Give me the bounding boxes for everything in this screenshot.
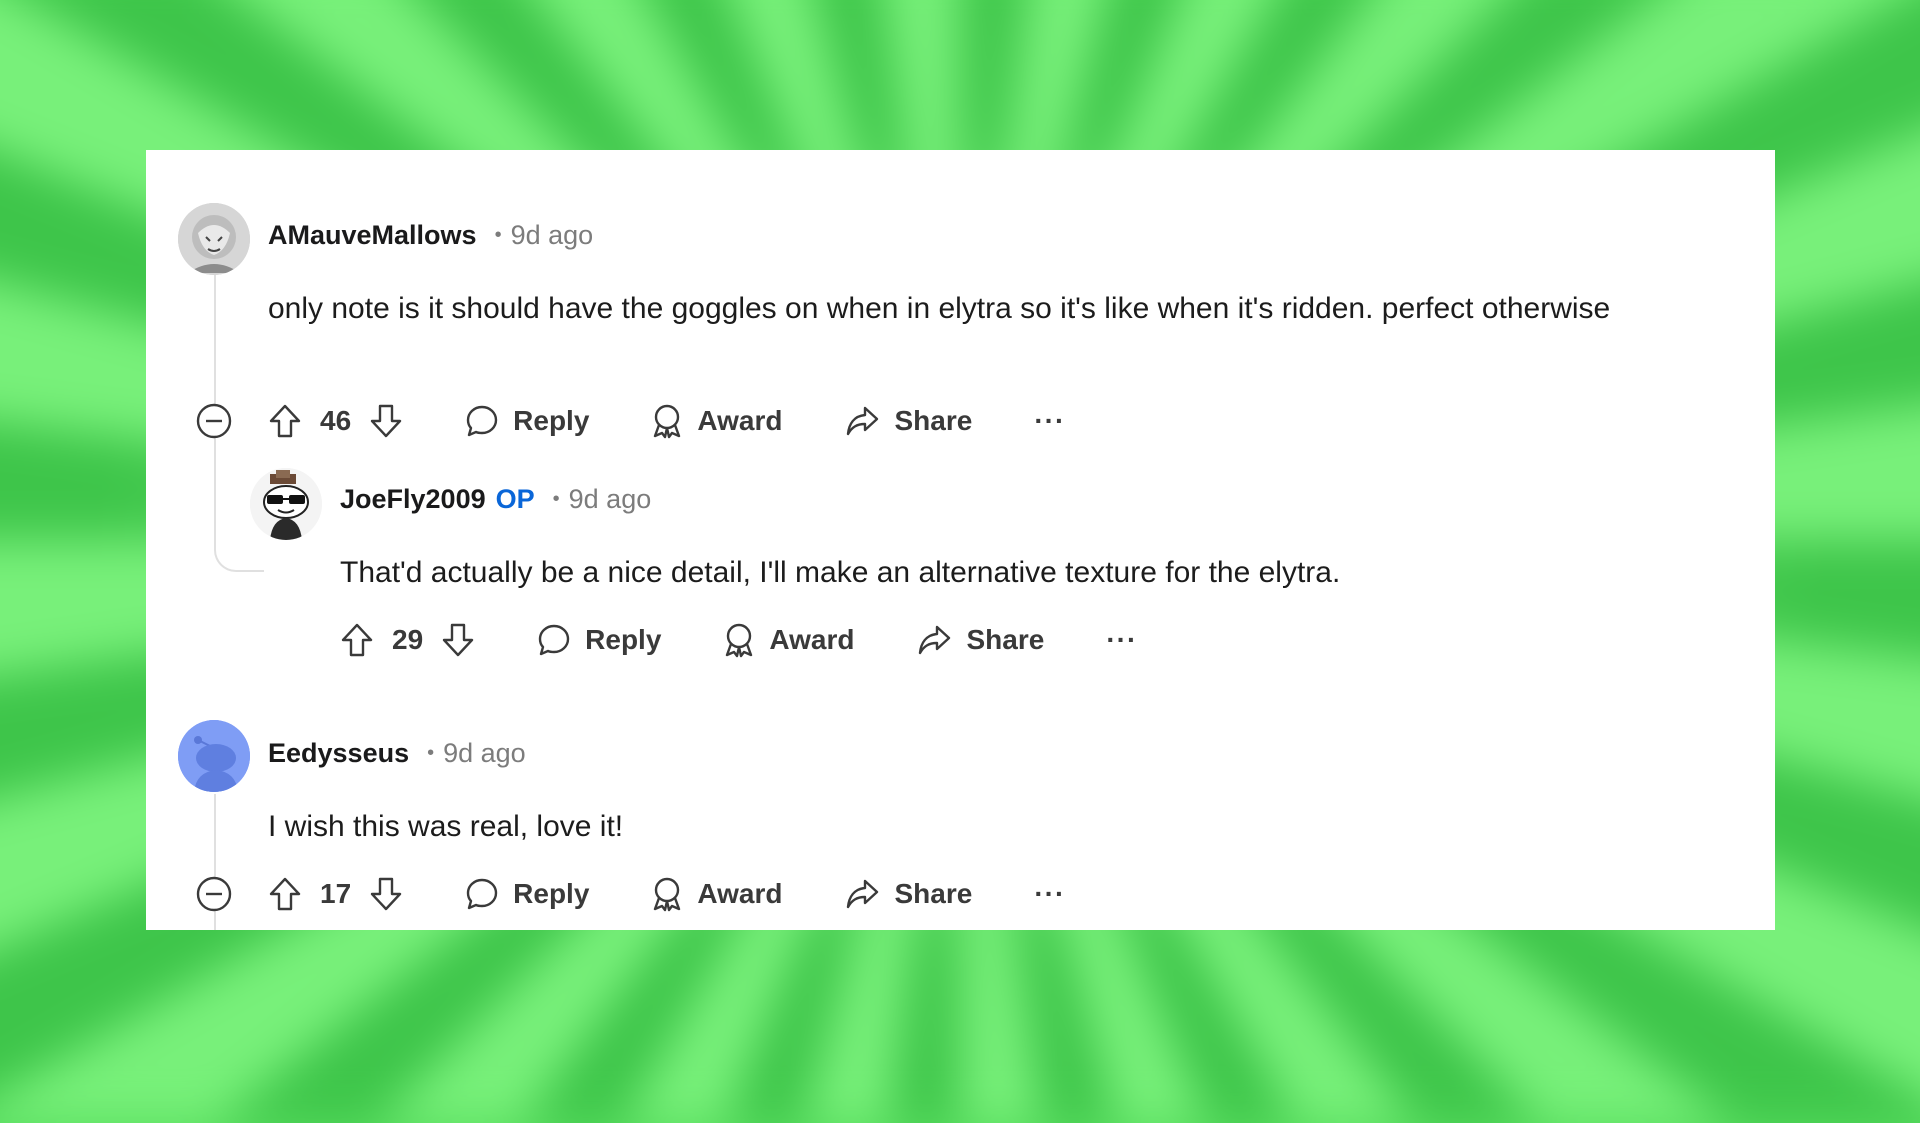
vote-controls: 46 [268,403,403,439]
reply-button[interactable]: Reply [465,877,589,911]
collapse-icon[interactable] [196,403,232,439]
avatar[interactable] [178,720,250,792]
comment-bubble-icon [537,623,571,657]
avatar[interactable] [250,468,322,540]
downvote-icon[interactable] [369,876,403,912]
author-name[interactable]: AMauveMallows [268,220,477,251]
more-options-button[interactable]: ··· [1034,405,1065,437]
comment-body: I wish this was real, love it! [268,810,624,843]
share-label: Share [894,878,973,909]
timestamp[interactable]: 9d ago [443,738,526,769]
share-icon [916,623,952,657]
comment-actions: 29 Reply Award Share ··· [340,616,1137,664]
vote-score: 29 [392,624,424,655]
comment-bubble-icon [465,404,499,438]
share-button[interactable]: Share [916,623,1044,657]
vote-controls: 29 [340,622,475,658]
award-button[interactable]: Award [651,403,782,439]
share-label: Share [966,624,1045,655]
award-label: Award [769,624,855,655]
reply-label: Reply [513,878,590,909]
upvote-icon[interactable] [340,622,374,658]
award-button[interactable]: Award [723,622,854,658]
more-options-button[interactable]: ··· [1034,878,1065,910]
award-label: Award [697,405,783,436]
avatar[interactable] [178,203,250,275]
comment-thread-card: AMauveMallows • 9d ago only note is it s… [146,150,1775,930]
award-icon [651,403,683,439]
user-avatar-sketch-icon [178,203,250,275]
separator-dot: • [427,742,435,764]
award-icon [723,622,755,658]
share-button[interactable]: Share [844,404,972,438]
reply-button[interactable]: Reply [465,404,589,438]
vote-score: 17 [320,878,352,909]
comment-actions: 17 Reply Award Share ··· [268,870,1065,918]
award-label: Award [697,878,783,909]
award-icon [651,876,683,912]
reply-label: Reply [513,405,590,436]
comment-actions: 46 Reply Award Share ··· [268,397,1065,445]
downvote-icon[interactable] [441,622,475,658]
reply-connector [214,532,264,572]
comment-body: only note is it should have the goggles … [268,292,1611,325]
comment-header: Eedysseus • 9d ago [268,738,526,769]
user-avatar-snoo-sunglasses-icon [250,468,322,540]
timestamp[interactable]: 9d ago [511,220,594,251]
share-icon [844,877,880,911]
timestamp[interactable]: 9d ago [569,484,652,515]
comment-header: JoeFly2009 OP • 9d ago [340,484,651,515]
author-name[interactable]: JoeFly2009 [340,484,486,515]
separator-dot: • [494,224,502,246]
separator-dot: • [552,488,560,510]
vote-score: 46 [320,405,352,436]
upvote-icon[interactable] [268,403,302,439]
share-button[interactable]: Share [844,877,972,911]
upvote-icon[interactable] [268,876,302,912]
collapse-icon[interactable] [196,876,232,912]
vote-controls: 17 [268,876,403,912]
op-badge: OP [495,484,535,514]
comment-body: That'd actually be a nice detail, I'll m… [340,556,1341,589]
award-button[interactable]: Award [651,876,782,912]
thread-line [214,242,216,550]
comment-bubble-icon [465,877,499,911]
reply-label: Reply [585,624,662,655]
reply-button[interactable]: Reply [537,623,661,657]
more-options-button[interactable]: ··· [1106,624,1137,656]
comment-header: AMauveMallows • 9d ago [268,220,593,251]
share-label: Share [894,405,973,436]
downvote-icon[interactable] [369,403,403,439]
author-name[interactable]: Eedysseus [268,738,409,769]
share-icon [844,404,880,438]
user-avatar-snoo-blue-icon [178,720,250,792]
